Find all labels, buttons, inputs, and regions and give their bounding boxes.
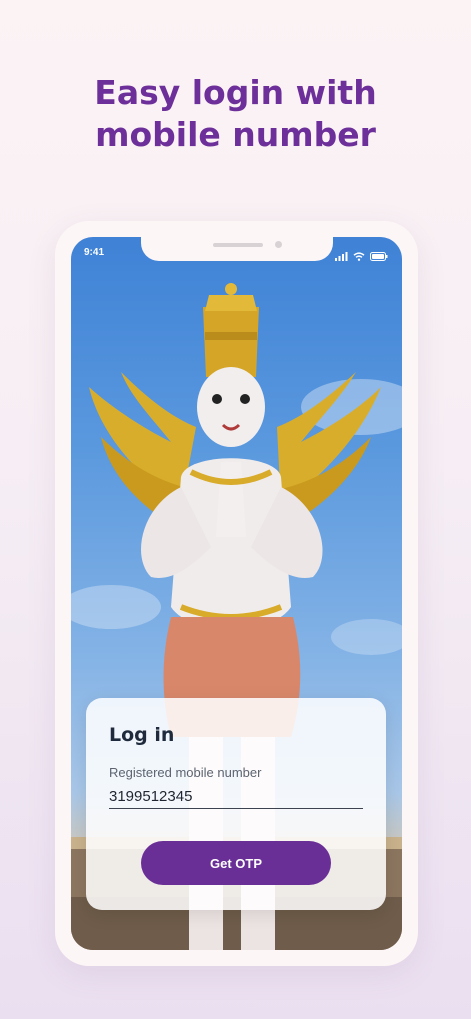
mobile-number-label: Registered mobile number	[109, 765, 262, 780]
phone-notch	[141, 237, 333, 261]
speaker-grille	[213, 243, 263, 247]
signal-icon	[335, 248, 348, 266]
wifi-icon	[353, 248, 365, 266]
get-otp-button[interactable]: Get OTP	[141, 841, 331, 885]
phone-frame: 9:41 Log in Registered mobile number Get…	[55, 221, 418, 966]
headline-line-2: mobile number	[95, 115, 376, 154]
login-card: Log in Registered mobile number Get OTP	[86, 698, 386, 910]
battery-icon	[370, 248, 388, 266]
headline: Easy login with mobile number	[0, 72, 471, 156]
status-icons	[335, 248, 388, 266]
camera-dot	[275, 241, 282, 248]
login-title: Log in	[109, 724, 175, 746]
headline-line-1: Easy login with	[94, 73, 377, 112]
status-time: 9:41	[84, 247, 105, 258]
mobile-number-input[interactable]	[109, 784, 363, 809]
